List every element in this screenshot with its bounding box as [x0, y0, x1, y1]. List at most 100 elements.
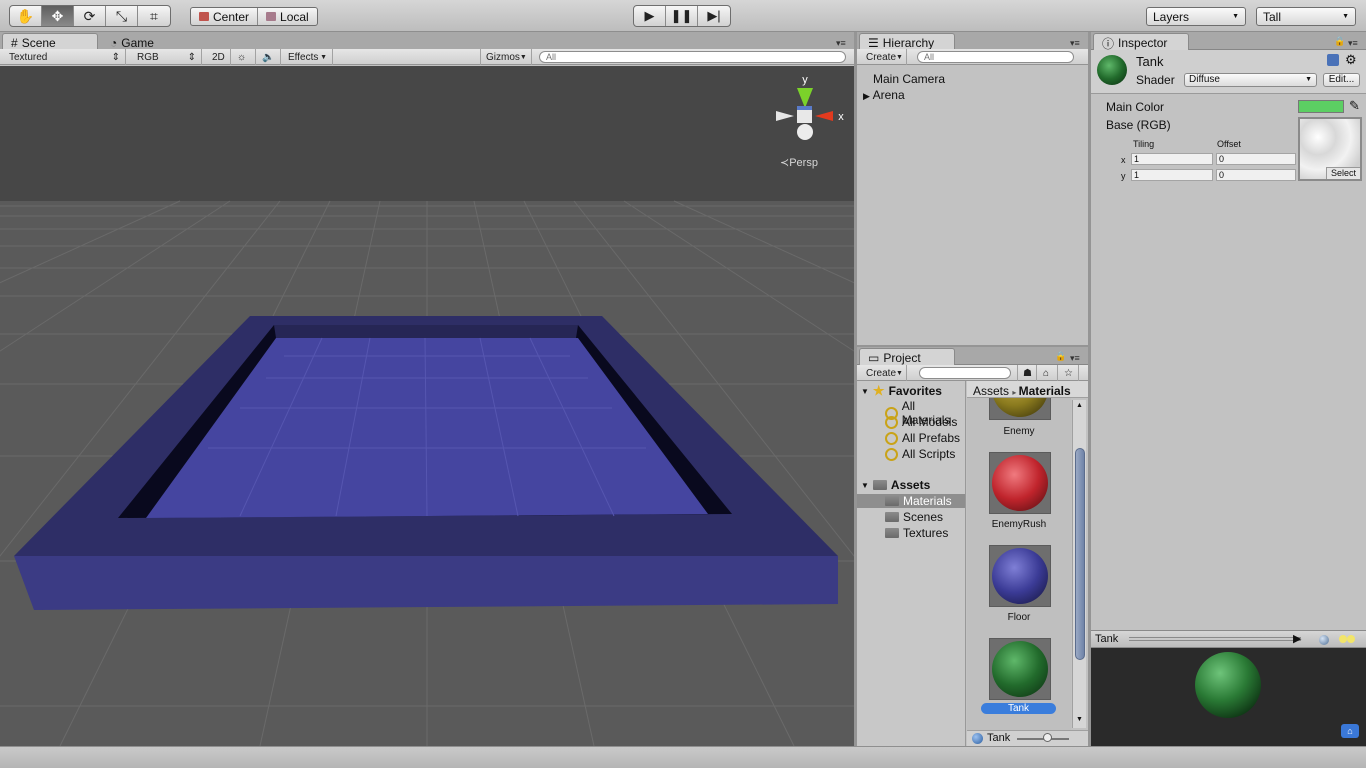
panel-menu-icon[interactable]: ▾≡: [1348, 38, 1358, 49]
scene-viewport[interactable]: y x ≺Persp: [0, 66, 854, 746]
hierarchy-item-main-camera[interactable]: Main Camera: [873, 72, 945, 86]
gizmo-center-cube[interactable]: [797, 109, 812, 123]
hierarchy-item-arena[interactable]: ▶ Arena: [863, 88, 905, 102]
gizmo-y-cone[interactable]: [797, 88, 813, 108]
gizmo-neg-x-cone[interactable]: [776, 111, 794, 121]
tree-item-textures[interactable]: Textures: [885, 526, 948, 540]
panel-menu-icon[interactable]: ▾≡: [1070, 353, 1080, 364]
audio-toggle-icon[interactable]: 🔈: [257, 49, 281, 65]
gear-icon[interactable]: ⚙: [1345, 52, 1357, 68]
layout-dropdown[interactable]: Tall ▼: [1256, 7, 1356, 26]
dropdown-arrow-icon: ▼: [1342, 13, 1349, 20]
pause-button[interactable]: ❚❚: [666, 6, 698, 26]
preview-light-icon[interactable]: [1339, 635, 1347, 643]
thumbnail-size-slider-thumb[interactable]: [1043, 733, 1052, 742]
texture-slot[interactable]: Select: [1298, 117, 1362, 181]
breadcrumb: Assets ▸ Materials: [967, 381, 1088, 398]
effects-dropdown[interactable]: Effects ▼: [283, 49, 333, 65]
tree-item-materials[interactable]: Materials: [857, 494, 965, 508]
move-tool-icon[interactable]: ✥: [42, 6, 74, 26]
tab-game[interactable]: ◔ Game: [102, 33, 192, 50]
preview-light-icon[interactable]: [1347, 635, 1355, 643]
pivot-center-button[interactable]: Center: [191, 8, 259, 25]
sphere-preview: [992, 398, 1048, 417]
sphere-preview: [992, 548, 1048, 604]
breadcrumb-assets[interactable]: Assets: [973, 384, 1009, 398]
tab-hierarchy[interactable]: ☰ Hierarchy: [859, 33, 955, 50]
tab-project[interactable]: ▭ Project: [859, 348, 955, 365]
sphere-preview: [992, 641, 1048, 697]
tree-item-all-scripts[interactable]: All Scripts: [885, 447, 955, 461]
hierarchy-create-dropdown[interactable]: Create ▼: [861, 49, 907, 65]
tree-favorites[interactable]: ▼ ★ Favorites: [861, 383, 942, 399]
panel-menu-icon[interactable]: ▾≡: [836, 38, 846, 49]
help-book-icon[interactable]: [1327, 54, 1339, 66]
tree-item-all-prefabs[interactable]: All Prefabs: [885, 431, 960, 445]
color-mode-dropdown[interactable]: RGB ⇕: [132, 49, 202, 65]
play-button[interactable]: ▶: [634, 6, 666, 26]
lighting-toggle-icon[interactable]: ☼: [232, 49, 256, 65]
scene-canvas: y x: [0, 74, 854, 746]
scale-tool-icon[interactable]: ⤡: [106, 6, 138, 26]
step-button[interactable]: ▶|: [698, 6, 730, 26]
asset-scrollbar[interactable]: ▲ ▼: [1072, 400, 1086, 728]
scene-gizmo[interactable]: y x: [776, 74, 844, 140]
project-create-dropdown[interactable]: Create ▼: [861, 365, 907, 381]
gizmo-x-cone[interactable]: [815, 111, 833, 121]
tiling-x-field[interactable]: 1: [1131, 153, 1213, 165]
tree-item-scenes[interactable]: Scenes: [885, 510, 943, 524]
scroll-up-icon[interactable]: ▲: [1076, 402, 1083, 409]
collapse-arrow-icon[interactable]: ▼: [861, 481, 869, 490]
preview-play-icon[interactable]: ▶: [1293, 632, 1301, 645]
asset-material-tank[interactable]: Tank: [967, 638, 1071, 718]
offset-x-field[interactable]: 0: [1216, 153, 1296, 165]
breadcrumb-materials[interactable]: Materials: [1019, 384, 1071, 398]
project-search-input[interactable]: [919, 367, 1011, 379]
projection-label[interactable]: ≺Persp: [780, 156, 818, 169]
rect-tool-icon[interactable]: ⌗: [138, 6, 170, 26]
asset-material-enemyrush[interactable]: EnemyRush: [967, 452, 1071, 532]
edit-shader-button[interactable]: Edit...: [1323, 73, 1360, 87]
hierarchy-toolbar: Create ▼: [857, 49, 1088, 65]
gizmos-dropdown[interactable]: Gizmos ▼: [480, 49, 532, 65]
shader-dropdown[interactable]: Diffuse ▼: [1184, 73, 1317, 87]
favorite-star-icon[interactable]: ☆: [1059, 365, 1079, 381]
lock-icon[interactable]: 🔒: [1055, 351, 1066, 362]
layers-dropdown[interactable]: Layers ▼: [1146, 7, 1246, 26]
tab-scene[interactable]: # Scene: [2, 33, 98, 50]
scene-search-input[interactable]: [539, 51, 846, 63]
panel-menu-icon[interactable]: ▾≡: [1070, 38, 1080, 49]
render-mode-dropdown[interactable]: Textured ⇕: [4, 49, 126, 65]
preview-drag-handle[interactable]: [1129, 637, 1301, 641]
asset-material-enemy[interactable]: Enemy: [967, 398, 1071, 438]
material-preview[interactable]: ⌂: [1091, 648, 1366, 746]
filter-label-icon[interactable]: ⌂: [1038, 365, 1058, 381]
tiling-y-field[interactable]: 1: [1131, 169, 1213, 181]
tree-item-all-models[interactable]: All Models: [885, 415, 957, 429]
pivot-local-button[interactable]: Local: [258, 8, 317, 25]
main-color-swatch[interactable]: [1298, 100, 1344, 113]
filter-type-icon[interactable]: ☗: [1017, 365, 1037, 381]
preview-header: Tank ▶: [1091, 630, 1366, 648]
hierarchy-search-input[interactable]: [917, 51, 1074, 63]
asset-material-floor[interactable]: Floor: [967, 545, 1071, 625]
scrollbar-thumb[interactable]: [1075, 448, 1085, 660]
lock-icon[interactable]: 🔒: [1334, 36, 1345, 47]
inspector-tabbar: ⓘ Inspector 🔒 ▾≡: [1091, 32, 1366, 51]
hand-tool-icon[interactable]: ✋: [10, 6, 42, 26]
scroll-down-icon[interactable]: ▼: [1076, 716, 1083, 723]
expand-arrow-icon[interactable]: ▶: [863, 91, 870, 101]
tab-inspector[interactable]: ⓘ Inspector: [1093, 33, 1189, 51]
offset-y-field[interactable]: 0: [1216, 169, 1296, 181]
eyedropper-icon[interactable]: ✎: [1349, 98, 1360, 114]
asset-label-tag-icon[interactable]: ⌂: [1341, 724, 1359, 738]
gizmo-neg-z-cone[interactable]: [797, 124, 813, 140]
pacman-icon: ◔: [110, 35, 118, 50]
toggle-2d-button[interactable]: 2D: [207, 49, 231, 65]
collapse-arrow-icon[interactable]: ▼: [861, 387, 869, 396]
texture-select-button[interactable]: Select: [1326, 167, 1360, 179]
scene-view-toolbar: Textured ⇕ RGB ⇕ 2D ☼ 🔈 Effects ▼ Gizmos ▼: [0, 49, 854, 65]
preview-shape-icon[interactable]: [1319, 635, 1329, 645]
rotate-tool-icon[interactable]: ⟳: [74, 6, 106, 26]
tree-assets[interactable]: ▼ Assets: [861, 478, 930, 492]
